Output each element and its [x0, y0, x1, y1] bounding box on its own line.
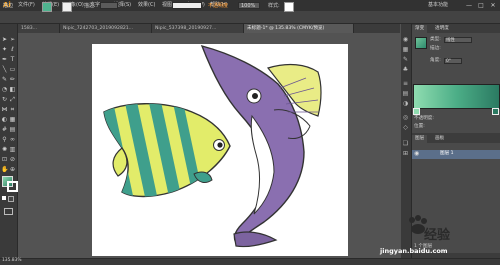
watermark-url: jingyan.baidu.com: [380, 247, 448, 255]
gradient-tool-icon[interactable]: ▤: [9, 126, 16, 133]
control-bar-label: 描边: [3, 3, 14, 9]
tab-untitled-active[interactable]: 未标题-1* @ 135.83% (CMYK/预览): [244, 24, 354, 33]
graph-tool-icon[interactable]: ▥: [9, 146, 16, 153]
line-tool-icon[interactable]: ╲: [1, 66, 8, 73]
angelfish[interactable]: [100, 94, 231, 214]
artwork[interactable]: [92, 44, 348, 256]
watermark-brand: 经验: [424, 228, 451, 243]
stroke-swatch[interactable]: [62, 2, 72, 12]
scale-tool-icon[interactable]: ⤢: [9, 96, 16, 103]
slice-tool-icon[interactable]: ⊘: [9, 156, 16, 163]
zoom-level[interactable]: 135.83%: [2, 258, 22, 264]
control-bar: [0, 11, 500, 24]
visibility-eye-icon[interactable]: ◉: [414, 151, 420, 157]
swatches-panel-icon[interactable]: ▦: [402, 46, 409, 53]
opacity-field[interactable]: 100%: [238, 2, 260, 9]
fill-swatch[interactable]: [42, 2, 52, 12]
gradient-stroke-label: 描边:: [430, 46, 441, 51]
tab-transparency[interactable]: 透明度: [432, 25, 452, 33]
stroke-label: 描边:: [84, 3, 96, 9]
screen-mode-icon[interactable]: [4, 208, 13, 215]
pencil-tool-icon[interactable]: ✏: [9, 76, 16, 83]
gradient-angle-label: 角度:: [430, 58, 441, 63]
opacity-link[interactable]: 不透明度: [208, 2, 228, 10]
direct-selection-tool-icon[interactable]: ➢: [9, 36, 16, 43]
free-transform-tool-icon[interactable]: ⌗: [9, 106, 16, 113]
pen-tool-icon[interactable]: ✒: [1, 56, 8, 63]
zoom-tool-icon[interactable]: ⊕: [9, 166, 16, 173]
magic-wand-tool-icon[interactable]: ✦: [1, 46, 8, 53]
artboards-panel-icon[interactable]: ⊞: [402, 150, 409, 157]
menu-effect[interactable]: 效果(C): [138, 1, 155, 10]
type-tool-icon[interactable]: T: [9, 56, 16, 63]
paintbrush-tool-icon[interactable]: ✎: [1, 76, 8, 83]
gradient-mode-icon[interactable]: [8, 196, 14, 202]
gradient-stop-left[interactable]: [413, 108, 420, 115]
style-label: 样式:: [268, 3, 280, 9]
gradient-type-dropdown[interactable]: 线性: [444, 37, 472, 43]
workspace-switcher[interactable]: 基本功能: [428, 1, 448, 10]
gradient-opacity-label: 不透明度:: [414, 116, 434, 121]
rectangle-tool-icon[interactable]: ▭: [9, 66, 16, 73]
artboard-tool-icon[interactable]: ⊡: [1, 156, 8, 163]
graphic-styles-panel-icon[interactable]: ◇: [402, 124, 409, 131]
shape-builder-tool-icon[interactable]: ◐: [1, 116, 8, 123]
width-tool-icon[interactable]: ⋈: [1, 106, 8, 113]
minimize-button[interactable]: —: [464, 1, 474, 10]
gradient-stop-right[interactable]: [492, 108, 499, 115]
lasso-tool-icon[interactable]: ℓ: [9, 46, 16, 53]
tab-gradient[interactable]: 渐变: [412, 25, 428, 33]
menu-file[interactable]: 文件(F): [18, 1, 35, 10]
layer-name[interactable]: 图层 1: [440, 151, 454, 157]
rotate-tool-icon[interactable]: ↻: [1, 96, 8, 103]
selection-tool-icon[interactable]: ➤: [1, 36, 8, 43]
gradient-location-label: 位置:: [414, 124, 425, 129]
layer-row[interactable]: [412, 150, 500, 159]
gradient-type-label: 类型:: [430, 37, 441, 42]
symbol-sprayer-tool-icon[interactable]: ✺: [1, 146, 8, 153]
stroke-weight-field[interactable]: [100, 2, 118, 9]
color-panel-icon[interactable]: ◉: [402, 36, 409, 43]
blob-brush-tool-icon[interactable]: ◔: [1, 86, 8, 93]
maximize-button[interactable]: □: [476, 1, 486, 10]
stroke-color-icon[interactable]: [7, 181, 18, 192]
transparency-panel-icon[interactable]: ◑: [402, 100, 409, 107]
style-swatch[interactable]: [284, 2, 294, 12]
eraser-tool-icon[interactable]: ◧: [9, 86, 16, 93]
tab-document-1[interactable]: 1583...: [18, 24, 60, 33]
gradient-panel-icon[interactable]: ▤: [402, 90, 409, 97]
symbols-panel-icon[interactable]: ♣: [402, 66, 409, 73]
stroke-panel-icon[interactable]: ≡: [402, 80, 409, 87]
color-mode-icon[interactable]: [2, 196, 6, 200]
tab-artboards[interactable]: 画板: [432, 135, 448, 143]
hand-tool-icon[interactable]: ✋: [1, 166, 8, 173]
eyedropper-tool-icon[interactable]: ⚲: [1, 136, 8, 143]
appearance-panel-icon[interactable]: ◎: [402, 114, 409, 121]
brushes-panel-icon[interactable]: ✎: [402, 56, 409, 63]
gradient-angle-field[interactable]: 0°: [444, 58, 462, 64]
tab-document-2[interactable]: Nipic_7242703_2019092821...: [60, 24, 152, 33]
tab-document-3[interactable]: Nipic_537398_20190927...: [152, 24, 244, 33]
tab-layers[interactable]: 图层: [412, 135, 428, 143]
gradient-slider-bar[interactable]: [413, 84, 500, 109]
gradient-preview-swatch[interactable]: [415, 37, 427, 49]
stroke-profile-dropdown[interactable]: [172, 2, 202, 9]
close-button[interactable]: ✕: [488, 1, 498, 10]
mesh-tool-icon[interactable]: #: [1, 126, 8, 133]
blend-tool-icon[interactable]: ∞: [9, 136, 16, 143]
perspective-grid-tool-icon[interactable]: ▦: [9, 116, 16, 123]
layers-panel-icon[interactable]: ❏: [402, 140, 409, 147]
